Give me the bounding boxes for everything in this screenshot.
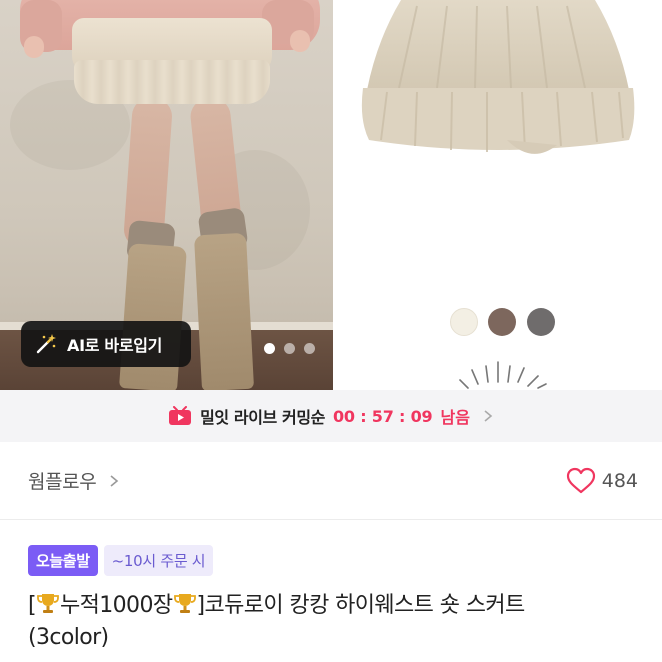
live-countdown: 00 : 57 : 09	[332, 406, 433, 426]
order-cutoff-badge: ~10시 주문 시	[103, 545, 214, 576]
live-play-icon	[169, 406, 192, 425]
product-photo-flat[interactable]	[333, 0, 662, 390]
carousel-dot-active[interactable]	[264, 343, 275, 354]
trophy-icon	[37, 594, 59, 613]
trophy-icon	[173, 594, 196, 613]
title-bracket: [	[28, 593, 37, 618]
hand	[290, 30, 310, 52]
like-count: 484	[601, 469, 638, 492]
live-coming-soon-banner[interactable]: 밀잇 라이브 커밍순 00 : 57 : 09 남음	[0, 390, 662, 442]
product-image-carousel[interactable]: AI로 바로입기	[0, 0, 662, 390]
boot	[119, 243, 187, 390]
title-count: 누적1000장	[59, 593, 173, 618]
heart-icon	[566, 467, 595, 493]
boot	[193, 232, 255, 390]
chevron-right-icon[interactable]	[108, 473, 120, 489]
chevron-right-icon	[484, 410, 493, 422]
title-main: ]코듀로이 캉캉 하이웨스트 숏 스커트	[196, 593, 526, 618]
today-shipping-badge: 오늘출발	[28, 545, 98, 576]
shipping-badges: 오늘출발 ~10시 주문 시	[28, 545, 214, 576]
color-swatch-cream[interactable]	[450, 308, 478, 336]
like-button[interactable]: 484	[566, 467, 638, 495]
color-swatch-brown[interactable]	[488, 308, 516, 336]
ai-try-on-label: AI로 바로입기	[67, 336, 163, 355]
magic-wand-icon	[36, 334, 56, 354]
sparkle-decoration	[459, 361, 547, 389]
hand	[24, 36, 44, 58]
skirt-flat-image	[361, 0, 635, 154]
carousel-dot[interactable]	[304, 343, 315, 354]
live-banner-text: 밀잇 라이브 커밍순	[200, 408, 325, 427]
ai-try-on-button[interactable]: AI로 바로입기	[21, 321, 191, 367]
seller-row: 웜플로우 484	[0, 442, 662, 520]
color-swatch-gray[interactable]	[527, 308, 555, 336]
product-title: [ 누적1000장 ]코듀로이 캉캉 하이웨스트 숏 스커트 (3color)	[28, 590, 638, 654]
seller-name[interactable]: 웜플로우	[28, 467, 97, 494]
carousel-dot[interactable]	[284, 343, 295, 354]
carousel-indicator	[264, 343, 315, 354]
title-colors: (3color)	[28, 625, 109, 650]
skirt-ruffle	[74, 60, 270, 104]
live-countdown-suffix: 남음	[440, 408, 470, 427]
